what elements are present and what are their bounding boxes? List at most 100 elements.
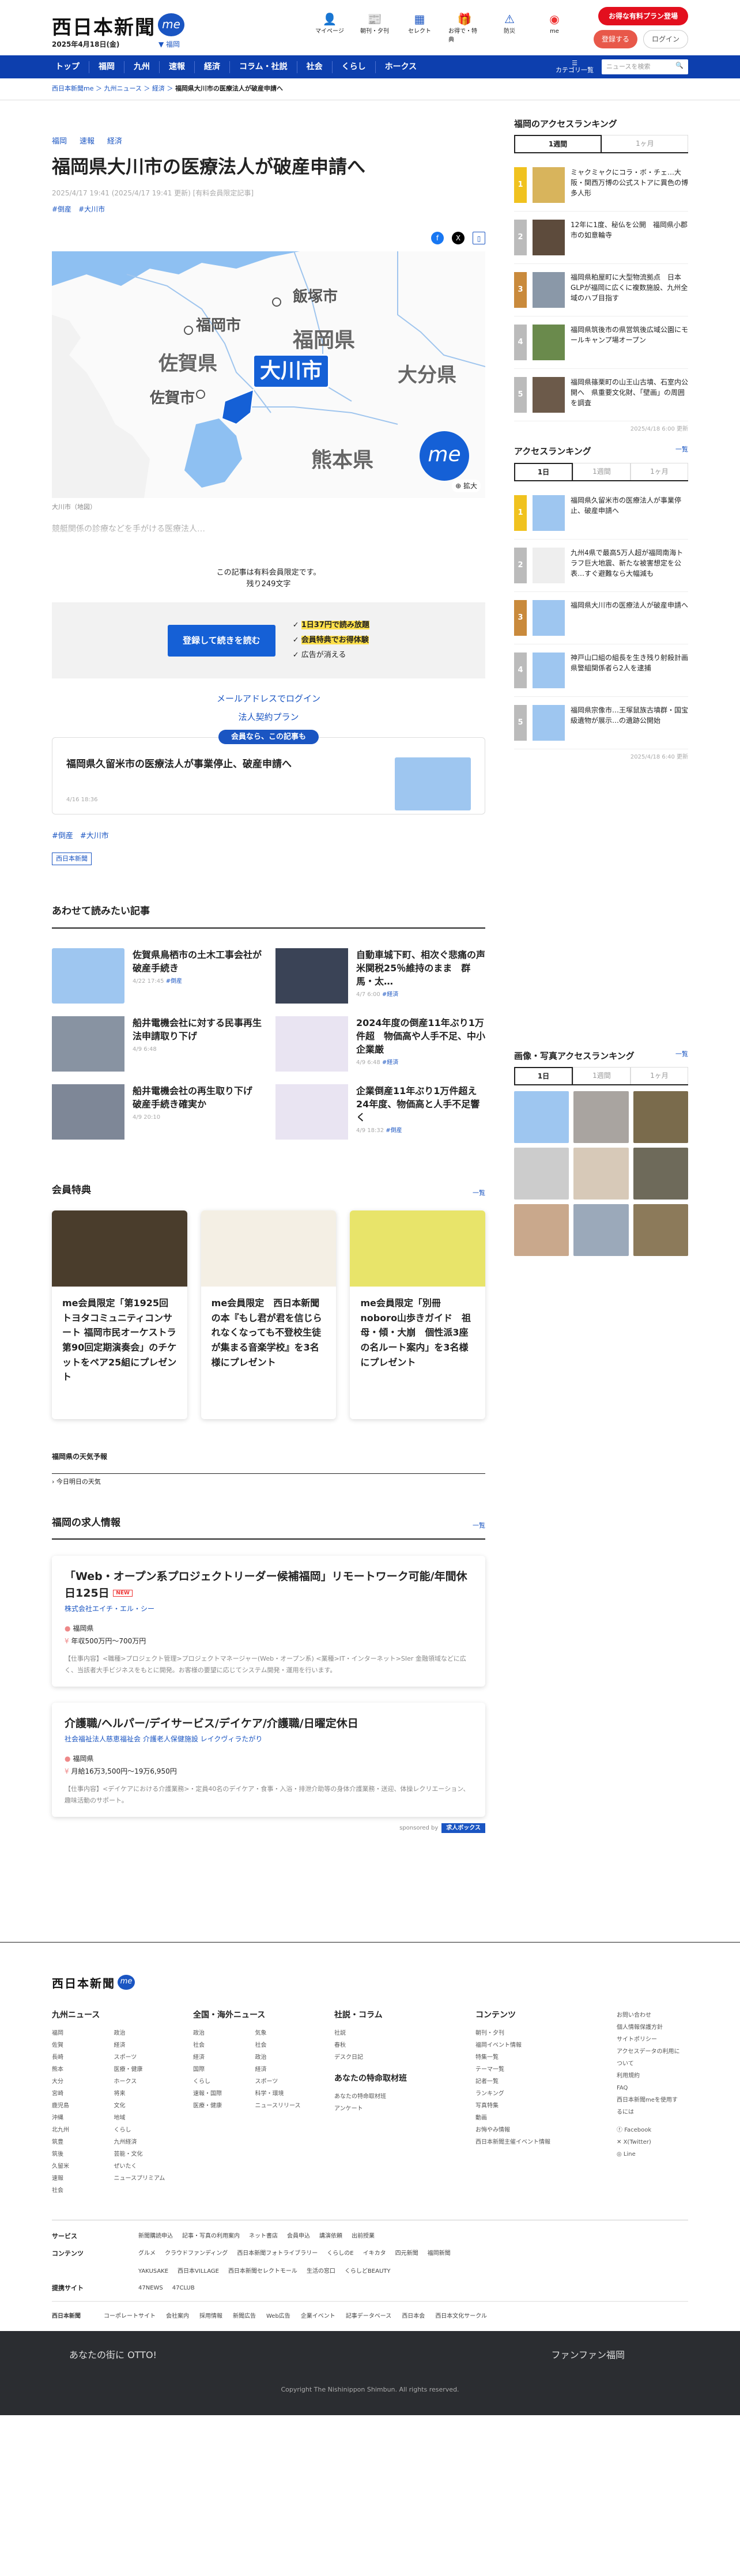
footer-corp-link[interactable]: 記事データベース [346, 2313, 392, 2319]
footer-link[interactable]: 宮崎 [52, 2088, 108, 2100]
footer-link[interactable]: アクセスデータの利用について [617, 2046, 680, 2070]
breadcrumb-economy[interactable]: 経済 [152, 85, 165, 92]
footer-link[interactable]: お悔やみ情報 [475, 2124, 594, 2136]
footer-link[interactable]: 筑後 [52, 2148, 108, 2160]
footer-corp-link[interactable]: 会社案内 [166, 2313, 189, 2319]
footer-link[interactable]: グルメ [138, 2249, 156, 2259]
keyword-okawa[interactable]: #大川市 [78, 205, 105, 213]
photo-thumbnail[interactable] [633, 1204, 688, 1256]
footer-logo[interactable]: 西日本新聞 me [52, 1974, 688, 1992]
footer-link[interactable]: ネット書店 [249, 2232, 278, 2242]
nav-item-fukuoka[interactable]: 福岡 [89, 61, 124, 73]
footer-corp-link[interactable]: 企業イベント [301, 2313, 335, 2319]
footer-corp-link[interactable]: 採用情報 [199, 2313, 222, 2319]
keyword-okawa-bottom[interactable]: #大川市 [80, 832, 109, 840]
footer-link[interactable]: ぜいたく [114, 2160, 171, 2173]
benefit-card[interactable]: me会員限定「別冊noboro山歩きガイド 祖母・傾・大崩 個性派3座の名ルート… [350, 1210, 486, 1419]
breadcrumb-kyushu[interactable]: 九州ニュース [104, 85, 141, 92]
footer-link[interactable]: 科学・環境 [255, 2088, 312, 2100]
tab-week[interactable]: 1週間 [573, 462, 630, 480]
footer-link[interactable]: ニュースプリミアム [114, 2173, 171, 2185]
footer-link[interactable]: 北九州 [52, 2124, 108, 2136]
footer-link[interactable]: 大分 [52, 2076, 108, 2088]
ranking-item[interactable]: 1 福岡県久留米市の医療法人が事業停止、破産申請へ [514, 487, 688, 540]
footer-link[interactable]: 出前授業 [352, 2232, 375, 2242]
footer-corp-link[interactable]: 西日本文化サークル [435, 2313, 487, 2319]
photo-thumbnail[interactable] [514, 1148, 569, 1200]
footer-link[interactable]: 社会 [52, 2185, 108, 2197]
footer-link[interactable]: 医療・健康 [114, 2064, 171, 2076]
app-button[interactable]: ◉ me [538, 11, 571, 44]
footer-corp-link[interactable]: 西日本会 [402, 2313, 425, 2319]
footer-link[interactable]: 文化 [114, 2100, 171, 2112]
list-item[interactable]: 2024年度の倒産11年ぶり1万件超 物価高や人手不足、中小企業厳 4/9 6:4… [275, 1016, 485, 1072]
footer-link[interactable]: 長崎 [52, 2051, 108, 2064]
corporate-plan-link[interactable]: 法人契約プラン [52, 708, 485, 727]
footer-link[interactable]: あなたの特命取材班 [334, 2091, 452, 2103]
job-card[interactable]: 「Web・オープン系プロジェクトリーダー候補福岡」リモートワーク可能/年間休日1… [52, 1556, 485, 1687]
newspaper-button[interactable]: 📰 朝刊・夕刊 [358, 11, 391, 44]
search-input[interactable]: ニュースを検索 🔍 [602, 59, 688, 74]
footer-link[interactable]: 西日本新聞主催イベント情報 [475, 2136, 594, 2148]
nav-item-life[interactable]: くらし [333, 61, 376, 73]
footer-link[interactable]: くらし [193, 2076, 250, 2088]
tab-month[interactable]: 1ヶ月 [602, 135, 688, 152]
photo-thumbnail[interactable] [514, 1204, 569, 1256]
keyword-bankruptcy[interactable]: #倒産 [52, 205, 71, 213]
footer-link[interactable]: 医療・健康 [193, 2100, 250, 2112]
subscribe-button[interactable]: 登録して続きを読む [168, 625, 275, 657]
gift-button[interactable]: 🎁 お得で・特典 [448, 11, 481, 44]
list-item[interactable]: 船井電機会社の再生取り下げ 破産手続き確実か 4/9 20:10 [52, 1084, 262, 1140]
benefit-card[interactable]: me会員限定「第1925回トヨタコミュニティコンサート 福岡市民オーケストラ第9… [52, 1210, 187, 1419]
footer-link[interactable]: 経済 [114, 2039, 171, 2051]
footer-link[interactable]: ホークス [114, 2076, 171, 2088]
footer-link[interactable]: 西日本VILLAGE [178, 2267, 219, 2276]
list-item[interactable]: 企業倒産11年ぶり1万件超え 24年度、物価高と人手不足響く 4/9 18:32 … [275, 1084, 486, 1140]
footer-link[interactable]: 47NEWS [138, 2284, 163, 2294]
footer-link[interactable]: 記者一覧 [475, 2076, 594, 2088]
footer-link[interactable]: 政治 [114, 2027, 171, 2039]
facebook-icon[interactable]: f [431, 231, 444, 244]
tab-month[interactable]: 1ヶ月 [630, 462, 688, 480]
login-button[interactable]: ログイン [643, 30, 688, 48]
bookmark-icon[interactable]: ▯ [473, 231, 485, 244]
footer-link[interactable]: 経済 [255, 2064, 312, 2076]
article-map-image[interactable]: 福岡市 飯塚市 福岡県 佐賀県 佐賀市 大川市 大分県 熊本県 me ⊕ 拡大 [52, 251, 485, 498]
footer-link[interactable]: イキカタ [363, 2249, 386, 2259]
weather-link[interactable]: › 今日明日の天気 [52, 1477, 485, 1487]
footer-link[interactable]: 芸能・文化 [114, 2148, 171, 2160]
footer-link[interactable]: クラウドファンディング [165, 2249, 228, 2259]
footer-link[interactable]: スポーツ [255, 2076, 312, 2088]
ranking-item[interactable]: 5 福岡県宗像市…王塚鼠族古墳群・国宝級遺物が展示…の遺跡公開始 [514, 697, 688, 749]
footer-link[interactable]: 社会 [193, 2039, 250, 2051]
footer-link[interactable]: 47CLUB [172, 2284, 195, 2294]
jobs-more-link[interactable]: 一覧 [473, 1521, 485, 1531]
footer-link[interactable]: 生活の窓口 [307, 2267, 335, 2276]
tab-week[interactable]: 1週間 [514, 135, 602, 152]
line-link[interactable]: ◎ Line [617, 2148, 680, 2160]
ranking-item[interactable]: 2 12年に1度、秘仏を公開 福岡県小郡市の如意輪寺 [514, 212, 688, 264]
nav-item-column[interactable]: コラム・社説 [230, 61, 297, 73]
x-icon[interactable]: X [452, 231, 465, 244]
footer-link[interactable]: 経済 [193, 2051, 250, 2064]
footer-link[interactable]: 福岡新聞 [428, 2249, 451, 2259]
list-item[interactable]: 佐賀県鳥栖市の土木工事会社が破産手続き 4/22 17:45 #倒産 [52, 948, 262, 1004]
nav-item-hawks[interactable]: ホークス [376, 61, 426, 73]
access-ranking-more[interactable]: 一覧 [675, 445, 688, 458]
category-menu-button[interactable]: ☰ カテゴリ一覧 [556, 59, 594, 74]
footer-link[interactable]: テーマ一覧 [475, 2064, 594, 2076]
ranking-item[interactable]: 4 福岡県筑後市の県営筑後広域公園にモールキャンプ場オープン [514, 316, 688, 369]
photo-thumbnail[interactable] [573, 1091, 629, 1143]
footer-link[interactable]: 会員申込 [287, 2232, 310, 2242]
tag-economy[interactable]: 経済 [107, 137, 122, 146]
ranking-item[interactable]: 3 福岡県大川市の医療法人が破産申請へ [514, 592, 688, 644]
site-logo[interactable]: 西日本新聞 me [52, 13, 184, 43]
ranking-item[interactable]: 2 九州4県で最高5万人超が福岡南海トラフ巨大地震、新たな被害想定を公表…すぐ避難… [514, 540, 688, 592]
footer-link[interactable]: 九州経済 [114, 2136, 171, 2148]
footer-link[interactable]: スポーツ [114, 2051, 171, 2064]
tab-day[interactable]: 1日 [514, 462, 573, 480]
footer-link[interactable]: 西日本新聞セレクトモール [228, 2267, 297, 2276]
footer-link[interactable]: 講演依頼 [319, 2232, 342, 2242]
benefit-card[interactable]: me会員限定 西日本新聞の本『もし君が君を信じられなくなっても不登校生徒が集まる… [201, 1210, 337, 1419]
footer-link[interactable]: 社会 [255, 2039, 312, 2051]
